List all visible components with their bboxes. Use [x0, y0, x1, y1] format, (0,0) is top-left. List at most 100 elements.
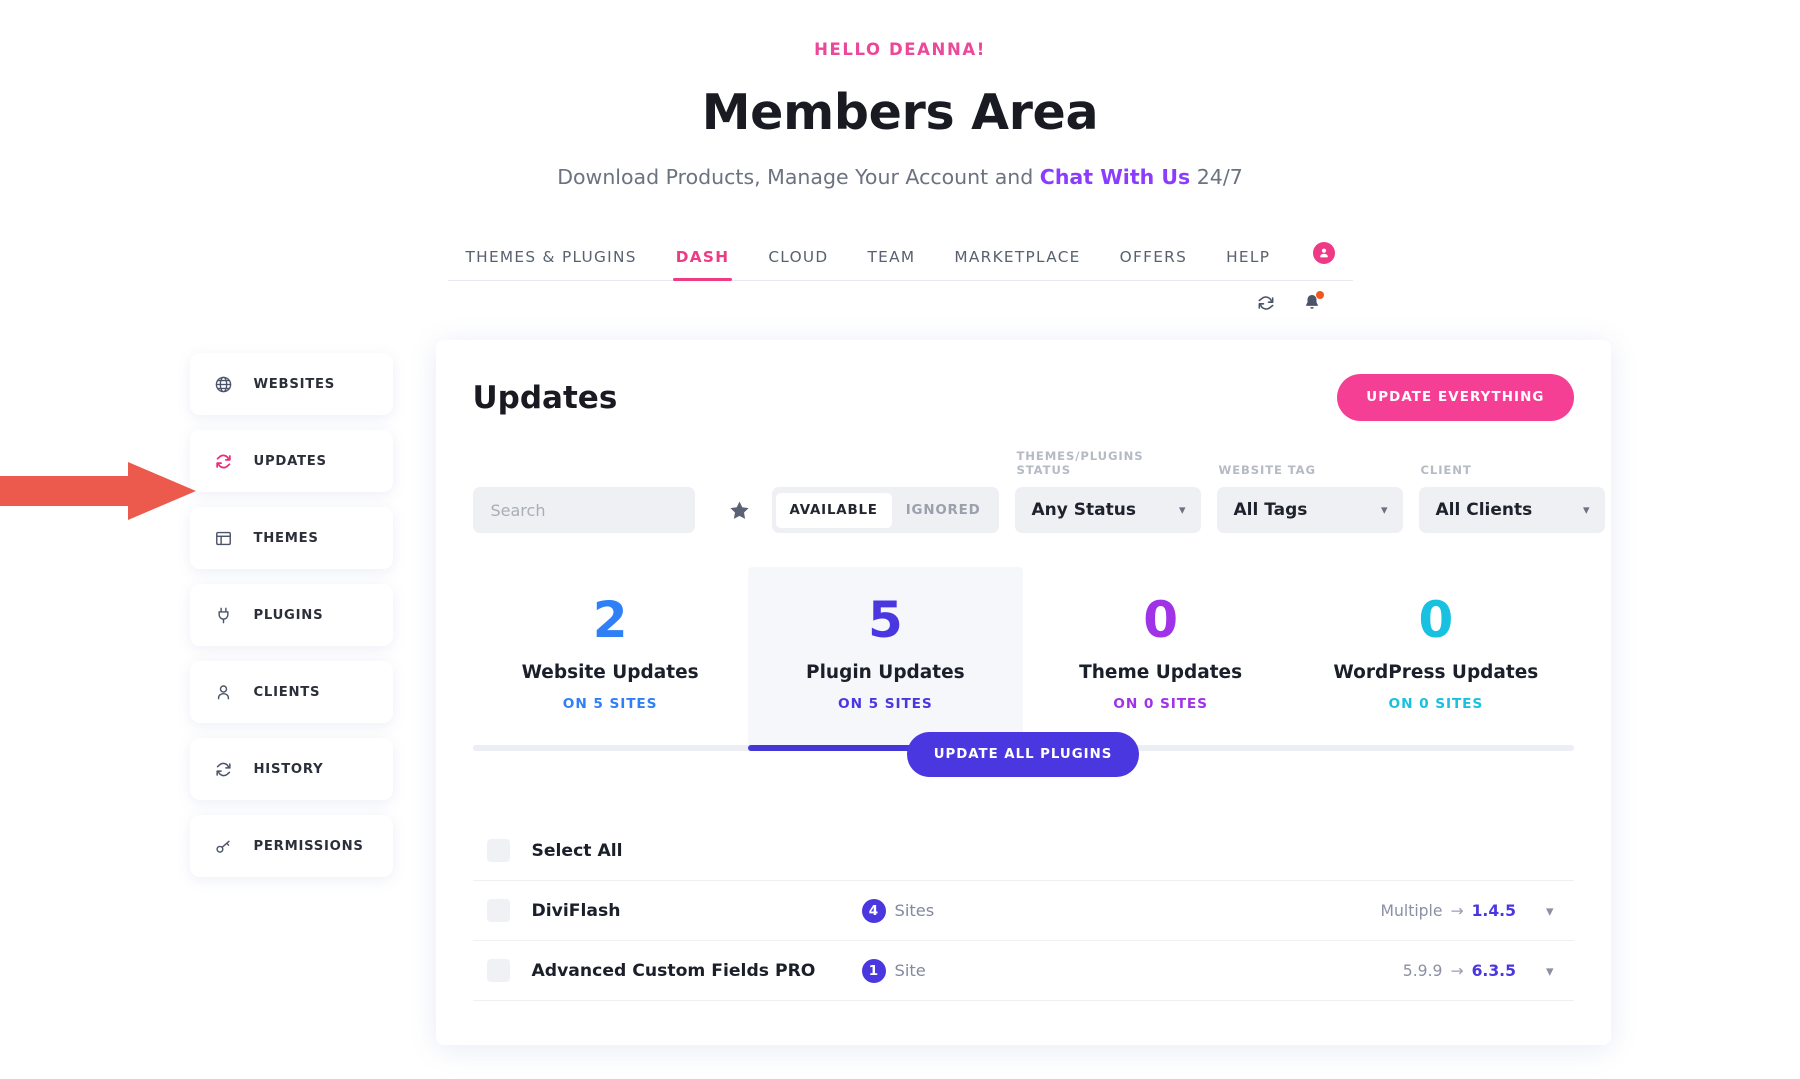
stat-label: Theme Updates [1079, 662, 1243, 683]
updates-panel: Updates UPDATE EVERYTHING AVAILABLE IGNO… [435, 340, 1611, 1045]
update-all-plugins-button[interactable]: UPDATE ALL PLUGINS [906, 732, 1140, 777]
content-shell: WEBSITES UPDATES THEMES PLUGINS CLIENTS … [0, 340, 1800, 1045]
sidebar-item-clients[interactable]: CLIENTS [189, 661, 393, 723]
plugin-name: DiviFlash [531, 900, 621, 921]
key-icon [214, 837, 234, 856]
filter-tag-select[interactable]: All Tags ▾ [1216, 487, 1403, 533]
sidebar: WEBSITES UPDATES THEMES PLUGINS CLIENTS … [189, 340, 393, 1045]
star-icon[interactable] [728, 487, 751, 533]
panel-header: Updates UPDATE EVERYTHING [473, 374, 1574, 421]
window-icon [214, 529, 234, 548]
hero-subtitle: Download Products, Manage Your Account a… [0, 165, 1800, 189]
chevron-down-icon: ▾ [1178, 502, 1186, 518]
version-cell: Multiple → 1.4.5 [1381, 902, 1516, 920]
select-all-checkbox[interactable] [486, 839, 510, 862]
sidebar-item-history[interactable]: HISTORY [189, 738, 393, 800]
bell-icon[interactable] [1302, 291, 1324, 313]
table-row[interactable]: Advanced Custom Fields PRO 1 Site 5.9.9 … [472, 941, 1574, 1001]
site-count-label: Sites [894, 901, 935, 920]
sidebar-label-permissions: PERMISSIONS [253, 838, 364, 854]
star-glyph [729, 500, 749, 519]
chevron-down-icon[interactable]: ▾ [1546, 962, 1554, 980]
nav-item-dash[interactable]: DASH [672, 248, 732, 281]
availability-segment: AVAILABLE IGNORED [771, 487, 999, 533]
sidebar-label-themes: THEMES [253, 530, 319, 546]
filter-status-label: THEMES/PLUGINS STATUS [1016, 449, 1144, 477]
sidebar-label-clients: CLIENTS [253, 684, 321, 700]
row-checkbox[interactable] [486, 959, 510, 982]
stat-label: Plugin Updates [806, 662, 965, 683]
arrow-right-icon: → [1450, 901, 1464, 920]
hero-section: HELLO DEANNA! Members Area Download Prod… [0, 0, 1800, 189]
chevron-down-icon[interactable]: ▾ [1546, 902, 1554, 920]
main-nav: THEMES & PLUGINS DASH CLOUD TEAM MARKETP… [447, 229, 1353, 281]
stat-card-plugin-updates[interactable]: 5 Plugin Updates ON 5 SITES [747, 567, 1023, 746]
subtitle-suffix: 24/7 [1190, 165, 1243, 189]
utility-icon-bar [1256, 291, 1324, 313]
globe-icon [214, 375, 234, 394]
version-cell: 5.9.9 → 6.3.5 [1403, 962, 1516, 980]
filter-client-label: CLIENT [1420, 463, 1472, 477]
nav-item-marketplace[interactable]: MARKETPLACE [954, 248, 1080, 280]
refresh-icon[interactable] [1256, 293, 1276, 313]
stat-card-wordpress-updates[interactable]: 0 WordPress Updates ON 0 SITES [1298, 567, 1573, 746]
user-glyph [1320, 248, 1328, 258]
filter-status-group: THEMES/PLUGINS STATUS Any Status ▾ [1014, 449, 1201, 533]
refresh-icon [214, 452, 234, 471]
sidebar-item-websites[interactable]: WEBSITES [189, 353, 393, 415]
nav-item-team[interactable]: TEAM [868, 248, 916, 280]
segment-ignored[interactable]: IGNORED [892, 493, 995, 528]
update-everything-button[interactable]: UPDATE EVERYTHING [1337, 374, 1574, 421]
row-checkbox[interactable] [486, 899, 510, 922]
plug-icon [214, 606, 234, 625]
user-circle-icon[interactable] [1313, 242, 1336, 264]
filter-status-select[interactable]: Any Status ▾ [1014, 487, 1201, 533]
updates-list: Select All DiviFlash 4 Sites Multiple → … [472, 821, 1574, 1001]
page-root: HELLO DEANNA! Members Area Download Prod… [0, 0, 1800, 1079]
site-count-label: Site [894, 961, 926, 980]
stat-sublabel: ON 0 SITES [1388, 696, 1484, 712]
stat-sublabel: ON 0 SITES [1113, 696, 1208, 712]
search-input[interactable] [472, 487, 695, 533]
stat-card-theme-updates[interactable]: 0 Theme Updates ON 0 SITES [1023, 567, 1298, 746]
sidebar-item-updates[interactable]: UPDATES [189, 430, 393, 492]
chat-with-us-link[interactable]: Chat With Us [1040, 165, 1190, 189]
nav-item-help[interactable]: HELP [1226, 248, 1270, 280]
filter-bar: AVAILABLE IGNORED THEMES/PLUGINS STATUS … [472, 449, 1605, 533]
filter-client-value: All Clients [1435, 500, 1533, 520]
arrow-right-icon: → [1450, 961, 1464, 980]
sites-cell: 1 Site [861, 958, 1403, 983]
refresh-icon [214, 760, 234, 779]
nav-item-offers[interactable]: OFFERS [1120, 248, 1187, 280]
segment-available[interactable]: AVAILABLE [775, 492, 892, 528]
site-count-badge: 1 [861, 958, 886, 983]
select-all-label: Select All [531, 840, 623, 861]
page-title: Members Area [701, 84, 1099, 141]
sidebar-label-websites: WEBSITES [253, 376, 336, 392]
stat-sublabel: ON 5 SITES [562, 696, 658, 712]
sidebar-label-updates: UPDATES [253, 453, 327, 469]
sidebar-item-plugins[interactable]: PLUGINS [189, 584, 393, 646]
stat-card-website-updates[interactable]: 2 Website Updates ON 5 SITES [473, 567, 748, 746]
sites-cell: 4 Sites [861, 898, 1381, 923]
chevron-down-icon: ▾ [1582, 502, 1590, 518]
refresh-glyph [1258, 295, 1274, 310]
version-to: 6.3.5 [1471, 961, 1516, 980]
sidebar-item-themes[interactable]: THEMES [189, 507, 393, 569]
filter-status-value: Any Status [1031, 500, 1136, 520]
sidebar-label-plugins: PLUGINS [253, 607, 324, 623]
nav-item-themes-plugins[interactable]: THEMES & PLUGINS [466, 248, 637, 280]
stat-value: 0 [1143, 591, 1179, 649]
version-from: 5.9.9 [1402, 961, 1443, 980]
table-row[interactable]: DiviFlash 4 Sites Multiple → 1.4.5 ▾ [472, 881, 1574, 941]
sidebar-label-history: HISTORY [253, 761, 324, 777]
filter-client-select[interactable]: All Clients ▾ [1418, 487, 1605, 533]
nav-item-cloud[interactable]: CLOUD [768, 248, 828, 280]
greeting-text: HELLO DEANNA! [814, 40, 986, 59]
site-count-badge: 4 [861, 898, 886, 923]
plugin-name: Advanced Custom Fields PRO [531, 960, 816, 981]
sidebar-item-permissions[interactable]: PERMISSIONS [189, 815, 393, 877]
filter-tag-group: WEBSITE TAG All Tags ▾ [1216, 463, 1403, 533]
stats-row: 2 Website Updates ON 5 SITES 5 Plugin Up… [473, 567, 1574, 746]
stat-value: 0 [1418, 591, 1454, 649]
